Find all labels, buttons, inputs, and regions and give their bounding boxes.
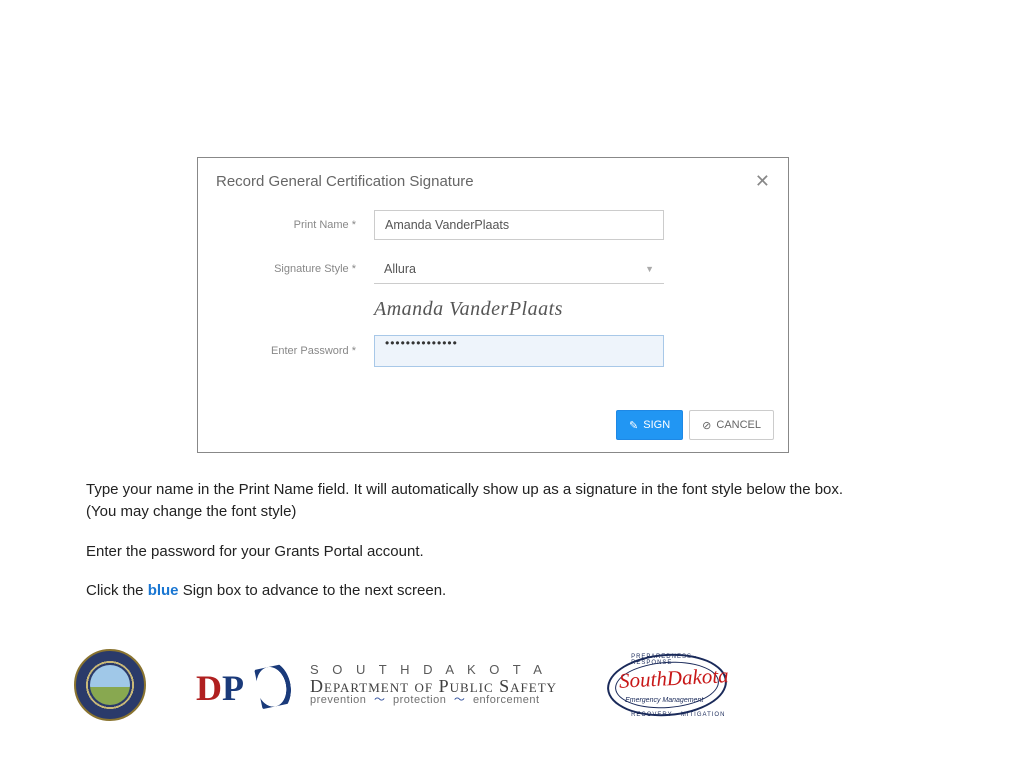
password-value: ••••••••••••••: [385, 336, 458, 350]
row-password: Enter Password * ••••••••••••••: [216, 335, 770, 367]
print-name-input[interactable]: [374, 210, 664, 240]
pencil-icon: ✎: [629, 419, 638, 432]
dps-mark-icon: DP: [196, 663, 296, 707]
row-print-name: Print Name *: [216, 210, 770, 240]
dps-wordmark: DP: [196, 667, 244, 709]
signature-dialog: Record General Certification Signature ✕…: [197, 157, 789, 453]
dialog-title: Record General Certification Signature: [216, 173, 474, 190]
sep-icon: 〜: [374, 694, 386, 706]
password-label: Enter Password *: [216, 345, 374, 357]
dialog-header: Record General Certification Signature ✕: [198, 158, 788, 200]
instruction-1a: Type your name in the Print Name field. …: [86, 481, 843, 498]
dps-sub-c: enforcement: [473, 694, 540, 706]
signature-style-select[interactable]: Allura ▼: [374, 254, 664, 284]
close-icon[interactable]: ✕: [755, 172, 770, 190]
dps-text-block: S O U T H D A K O T A Department of Publ…: [310, 663, 557, 707]
sep-icon: 〜: [454, 694, 466, 706]
form-area: Print Name * Signature Style * Allura ▼ …: [198, 200, 788, 367]
row-signature-style: Signature Style * Allura ▼: [216, 254, 770, 284]
dps-state-line: S O U T H D A K O T A: [310, 663, 557, 677]
instructions-block: Type your name in the Print Name field. …: [86, 479, 946, 620]
sign-button[interactable]: ✎ SIGN: [616, 410, 683, 440]
oem-logo: PREPAREDNESS · RESPONSE SouthDakota Emer…: [607, 652, 727, 718]
chevron-down-icon: ▼: [645, 264, 654, 274]
swoosh-icon: [254, 661, 305, 709]
signature-style-label: Signature Style *: [216, 263, 374, 275]
instruction-3-blue: blue: [148, 582, 179, 599]
dialog-footer: ✎ SIGN ⊘ CANCEL: [616, 410, 774, 440]
state-seal-logo: [74, 649, 146, 721]
cancel-icon: ⊘: [702, 419, 711, 432]
row-signature-preview: Amanda VanderPlaats: [216, 298, 770, 321]
instruction-3b: Sign box to advance to the next screen.: [179, 582, 447, 599]
cancel-button[interactable]: ⊘ CANCEL: [689, 410, 774, 440]
dps-main-line: Department of Public Safety: [310, 677, 557, 696]
cancel-button-label: CANCEL: [716, 419, 761, 431]
instruction-3a: Click the: [86, 582, 148, 599]
instruction-1: Type your name in the Print Name field. …: [86, 479, 946, 523]
instruction-1b: (You may change the font style): [86, 503, 296, 520]
oem-sub: Emergency Management: [625, 697, 703, 704]
dps-sub-a: prevention: [310, 694, 366, 706]
signature-style-value: Allura: [384, 262, 416, 276]
instruction-2: Enter the password for your Grants Porta…: [86, 541, 946, 563]
dps-sub-line: prevention 〜 protection 〜 enforcement: [310, 695, 557, 707]
signature-preview: Amanda VanderPlaats: [374, 298, 563, 321]
sign-button-label: SIGN: [643, 419, 670, 431]
password-input[interactable]: ••••••••••••••: [374, 335, 664, 367]
dps-logo: DP S O U T H D A K O T A Department of P…: [196, 663, 557, 707]
print-name-label: Print Name *: [216, 219, 374, 231]
footer-logos: DP S O U T H D A K O T A Department of P…: [74, 640, 854, 730]
dps-sub-b: protection: [393, 694, 446, 706]
oem-arc-bot: RECOVERY · MITIGATION: [631, 712, 725, 718]
instruction-3: Click the blue Sign box to advance to th…: [86, 580, 946, 602]
